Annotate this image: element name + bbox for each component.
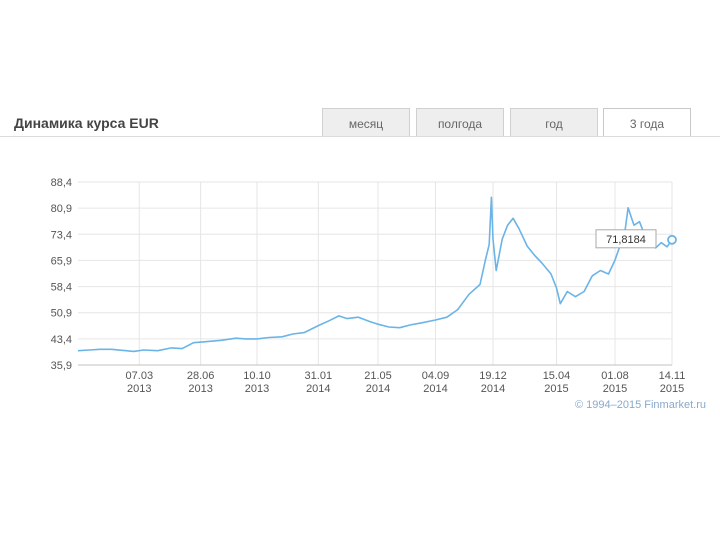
y-tick-label: 88,4 [51, 177, 72, 189]
y-tick-label: 58,4 [51, 282, 72, 294]
x-tick-label: 31.01 [305, 370, 333, 382]
x-tick-year: 2014 [306, 383, 330, 395]
x-tick-year: 2013 [127, 383, 151, 395]
y-tick-label: 35,9 [51, 360, 72, 372]
source-credit: © 1994–2015 Finmarket.ru [575, 399, 706, 411]
eur-rate-line [77, 196, 673, 353]
x-tick-label: 19.12 [479, 370, 507, 382]
x-tick-label: 10.10 [243, 370, 271, 382]
y-tick-label: 65,9 [51, 255, 72, 267]
chart-widget: Динамика курса EUR месяц полгода год 3 г… [0, 100, 720, 420]
y-tick-label: 43,4 [51, 334, 72, 346]
x-ticks: 07.03201328.06201310.10201331.01201421.0… [126, 370, 686, 395]
x-tick-year: 2014 [481, 383, 505, 395]
x-tick-label: 28.06 [187, 370, 215, 382]
x-tick-label: 15.04 [543, 370, 571, 382]
x-tick-year: 2014 [366, 383, 390, 395]
y-ticks: 35,9 43,4 50,9 58,4 65,9 73,4 80,9 88,4 [51, 177, 72, 372]
x-tick-label: 21.05 [364, 370, 392, 382]
x-tick-label: 04.09 [422, 370, 450, 382]
x-tick-year: 2014 [423, 383, 447, 395]
last-value-marker [667, 234, 677, 245]
x-tick-label: 14.11 [659, 370, 686, 382]
line-chart: 35,943,450,958,465,973,480,988,4 07.0320… [51, 177, 706, 411]
x-tick-year: 2015 [660, 383, 684, 395]
value-tooltip-text: 71,8184 [606, 234, 646, 246]
x-tick-year: 2015 [544, 383, 568, 395]
grid [78, 181, 673, 366]
x-tick-label: 07.03 [126, 370, 154, 382]
y-tick-label: 80,9 [51, 203, 72, 215]
x-tick-year: 2013 [245, 383, 269, 395]
x-tick-year: 2013 [188, 383, 212, 395]
y-tick-label: 50,9 [51, 308, 72, 320]
x-tick-label: 01.08 [601, 370, 629, 382]
y-tick-label: 73,4 [51, 229, 72, 241]
x-tick-year: 2015 [603, 383, 627, 395]
